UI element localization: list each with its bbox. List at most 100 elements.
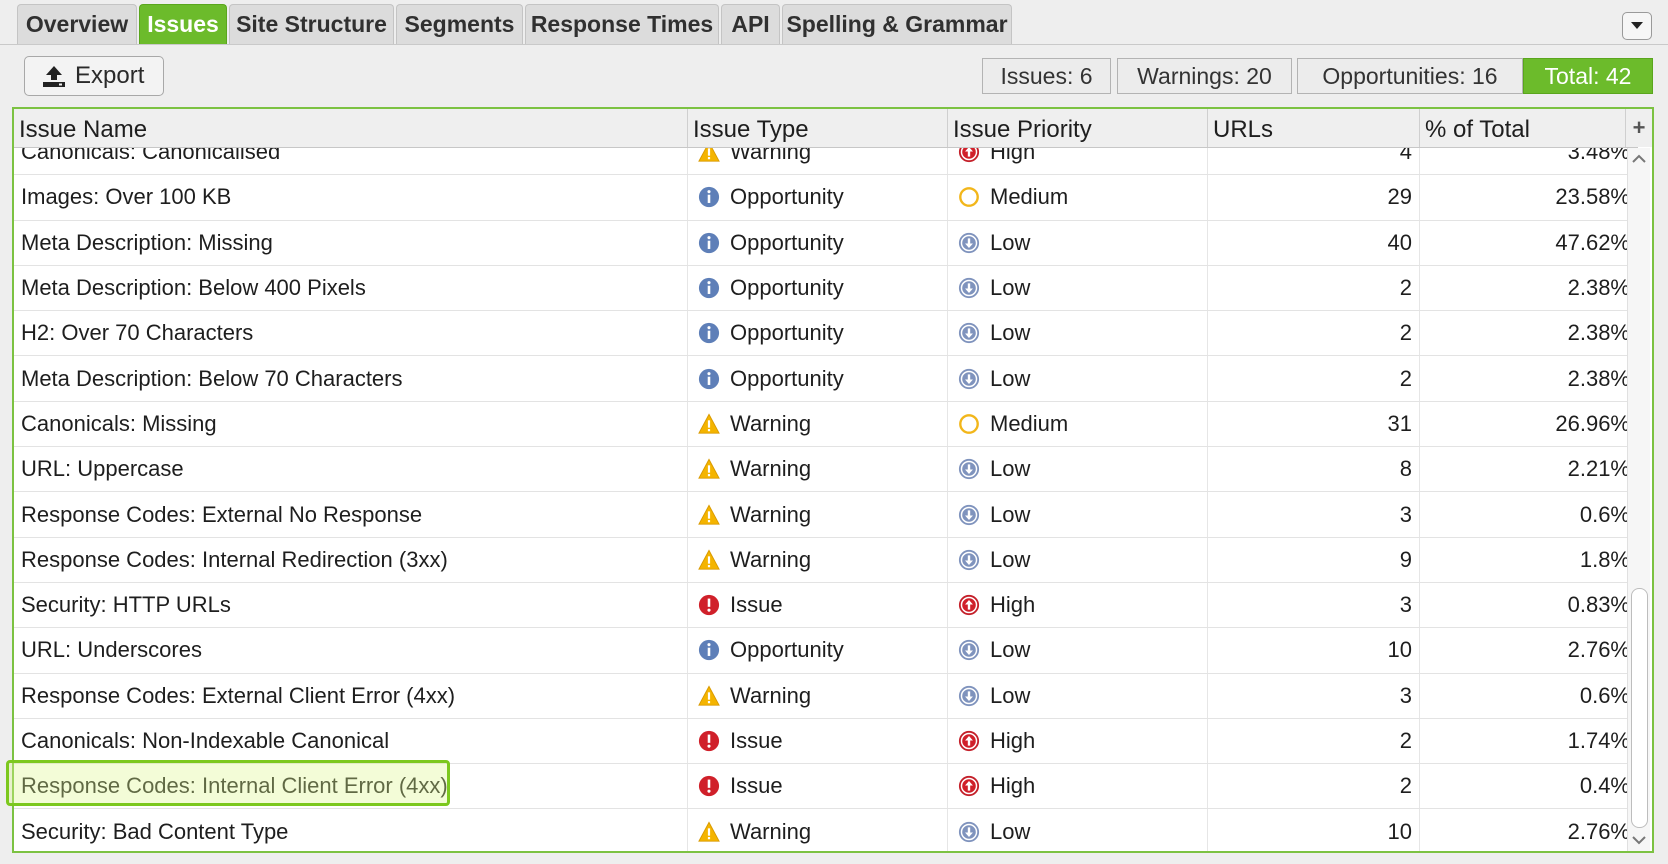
table-row[interactable]: H2: Over 70 Characters Opportunity Low 2 2.3… [14, 311, 1638, 357]
scroll-up-arrow-icon[interactable] [1628, 148, 1650, 170]
medium-ring-icon [958, 413, 980, 435]
warning-triangle-icon [698, 458, 720, 480]
percent-of-total-cell: 2.76% [1420, 809, 1638, 851]
table-row[interactable]: Response Codes: External No Response Warn… [14, 492, 1638, 538]
urls-count-cell: 2 [1208, 764, 1420, 809]
opportunities-count-badge[interactable]: Opportunities: 16 [1297, 58, 1523, 94]
upload-icon [43, 66, 65, 87]
table-row[interactable]: Meta Description: Below 400 Pixels Opport… [14, 265, 1638, 312]
arrow-up-circle-icon [958, 775, 980, 797]
table-row[interactable]: Meta Description: Below 70 Characters Opp… [14, 356, 1638, 402]
column-header-percent-of-total[interactable]: % of Total [1420, 109, 1638, 147]
tabs-dropdown-button[interactable] [1622, 12, 1652, 40]
table-row[interactable]: Canonicals: Missing Warning Medium 31 26.96% [14, 401, 1638, 448]
issue-priority-label: Low [990, 501, 1031, 527]
issue-type-label: Warning [730, 410, 812, 436]
issue-priority-label: Low [990, 229, 1031, 255]
scroll-down-arrow-icon[interactable] [1628, 829, 1650, 851]
urls-count-cell: 2 [1208, 265, 1420, 311]
column-header-issue-name[interactable]: Issue Name [14, 109, 688, 147]
tab-bar: Overview Issues Site Structure Segments … [0, 0, 1668, 45]
issue-name-cell: Security: Bad Content Type [14, 809, 688, 851]
table-row[interactable]: Security: Bad Content Type Warning Low 10 2.… [14, 809, 1638, 851]
table-row[interactable]: Images: Over 100 KB Opportunity Medium 29 23… [14, 175, 1638, 221]
export-button[interactable]: Export [24, 56, 164, 96]
issue-priority-cell: Low [948, 628, 1208, 673]
table-row[interactable]: Canonicals: Non-Indexable Canonical Issue… [14, 718, 1638, 765]
issue-type-label: Warning [730, 501, 812, 527]
issue-name-cell: Meta Description: Below 400 Pixels [14, 265, 688, 311]
warning-triangle-icon [698, 820, 720, 843]
issue-type-label: Warning [730, 148, 812, 165]
issue-priority-cell: Low [948, 673, 1208, 718]
issue-priority-cell: High [948, 718, 1208, 764]
issue-type-label: Opportunity [730, 275, 844, 301]
issues-table: Issue Name Issue Type Issue Priority URL… [12, 107, 1654, 853]
tab-segments[interactable]: Segments [396, 4, 523, 44]
error-circle-icon [698, 775, 720, 797]
issue-priority-label: Low [990, 275, 1031, 301]
column-header-urls[interactable]: URLs [1208, 109, 1420, 147]
issue-name-cell: Response Codes: Internal Redirection (3x… [14, 537, 688, 582]
add-column-button[interactable]: + [1625, 109, 1652, 147]
percent-of-total-cell: 3.48% [1420, 148, 1638, 175]
issue-priority-cell: Low [948, 220, 1208, 265]
tab-issues[interactable]: Issues [139, 4, 227, 44]
table-row[interactable]: URL: Uppercase Warning Low 8 2.21% [14, 447, 1638, 493]
issue-priority-label: Medium [990, 184, 1069, 210]
table-row[interactable]: Meta Description: Missing Opportunity Low 4… [14, 220, 1638, 266]
info-circle-icon [698, 186, 720, 208]
issue-priority-label: Low [990, 818, 1031, 844]
warning-triangle-icon [698, 148, 720, 163]
table-row[interactable]: Response Codes: Internal Client Error (4… [14, 764, 1638, 810]
issue-name-cell: Canonicals: Canonicalised [14, 148, 688, 175]
arrow-up-circle-icon [958, 148, 980, 163]
arrow-up-circle-icon [958, 594, 980, 616]
issue-type-cell: Opportunity [688, 220, 948, 265]
arrow-down-circle-icon [958, 685, 980, 707]
column-header-issue-type[interactable]: Issue Type [688, 109, 948, 147]
tab-site-structure[interactable]: Site Structure [229, 4, 394, 44]
table-row[interactable]: Response Codes: Internal Redirection (3x… [14, 537, 1638, 583]
issue-name-cell: URL: Uppercase [14, 447, 688, 492]
issues-count-badge[interactable]: Issues: 6 [982, 58, 1111, 94]
warnings-count-badge[interactable]: Warnings: 20 [1117, 58, 1292, 94]
issue-priority-cell: Low [948, 492, 1208, 537]
column-header-issue-priority[interactable]: Issue Priority [948, 109, 1208, 147]
issue-priority-label: Low [990, 365, 1031, 391]
issue-priority-label: Low [990, 682, 1031, 708]
issue-priority-cell: Medium [948, 175, 1208, 220]
issue-priority-cell: Low [948, 265, 1208, 311]
urls-count-cell: 31 [1208, 401, 1420, 447]
total-count-badge[interactable]: Total: 42 [1523, 58, 1653, 94]
export-label: Export [75, 62, 145, 89]
table-row[interactable]: Security: HTTP URLs Issue High 3 0.83% [14, 582, 1638, 629]
issue-name-cell: Response Codes: External No Response [14, 492, 688, 537]
issue-type-label: Opportunity [730, 320, 844, 346]
tab-response-times[interactable]: Response Times [525, 4, 719, 44]
vertical-scrollbar[interactable] [1627, 148, 1650, 851]
tab-api[interactable]: API [721, 4, 780, 44]
table-row[interactable]: Canonicals: Canonicalised Warning High 4 3.4… [14, 148, 1638, 176]
issue-type-cell: Opportunity [688, 311, 948, 356]
table-row[interactable]: Response Codes: External Client Error (4… [14, 673, 1638, 719]
table-row[interactable]: URL: Underscores Opportunity Low 10 2.76% [14, 628, 1638, 674]
arrow-down-circle-icon [958, 458, 980, 480]
percent-of-total-cell: 23.58% [1420, 175, 1638, 220]
issue-type-cell: Issue [688, 718, 948, 764]
issue-type-label: Issue [730, 773, 783, 799]
issue-priority-label: High [990, 592, 1036, 618]
percent-of-total-cell: 1.8% [1420, 537, 1638, 582]
scrollbar-thumb[interactable] [1631, 588, 1648, 828]
issue-name-cell: Canonicals: Missing [14, 401, 688, 447]
info-circle-icon [698, 277, 720, 299]
issue-type-cell: Warning [688, 401, 948, 447]
issue-priority-cell: Low [948, 356, 1208, 401]
issue-type-cell: Opportunity [688, 265, 948, 311]
urls-count-cell: 40 [1208, 220, 1420, 265]
tab-overview[interactable]: Overview [17, 4, 137, 44]
percent-of-total-cell: 0.6% [1420, 673, 1638, 718]
issue-name-cell: Security: HTTP URLs [14, 582, 688, 628]
tab-spelling-grammar[interactable]: Spelling & Grammar [782, 4, 1012, 44]
table-header: Issue Name Issue Type Issue Priority URL… [14, 109, 1638, 148]
